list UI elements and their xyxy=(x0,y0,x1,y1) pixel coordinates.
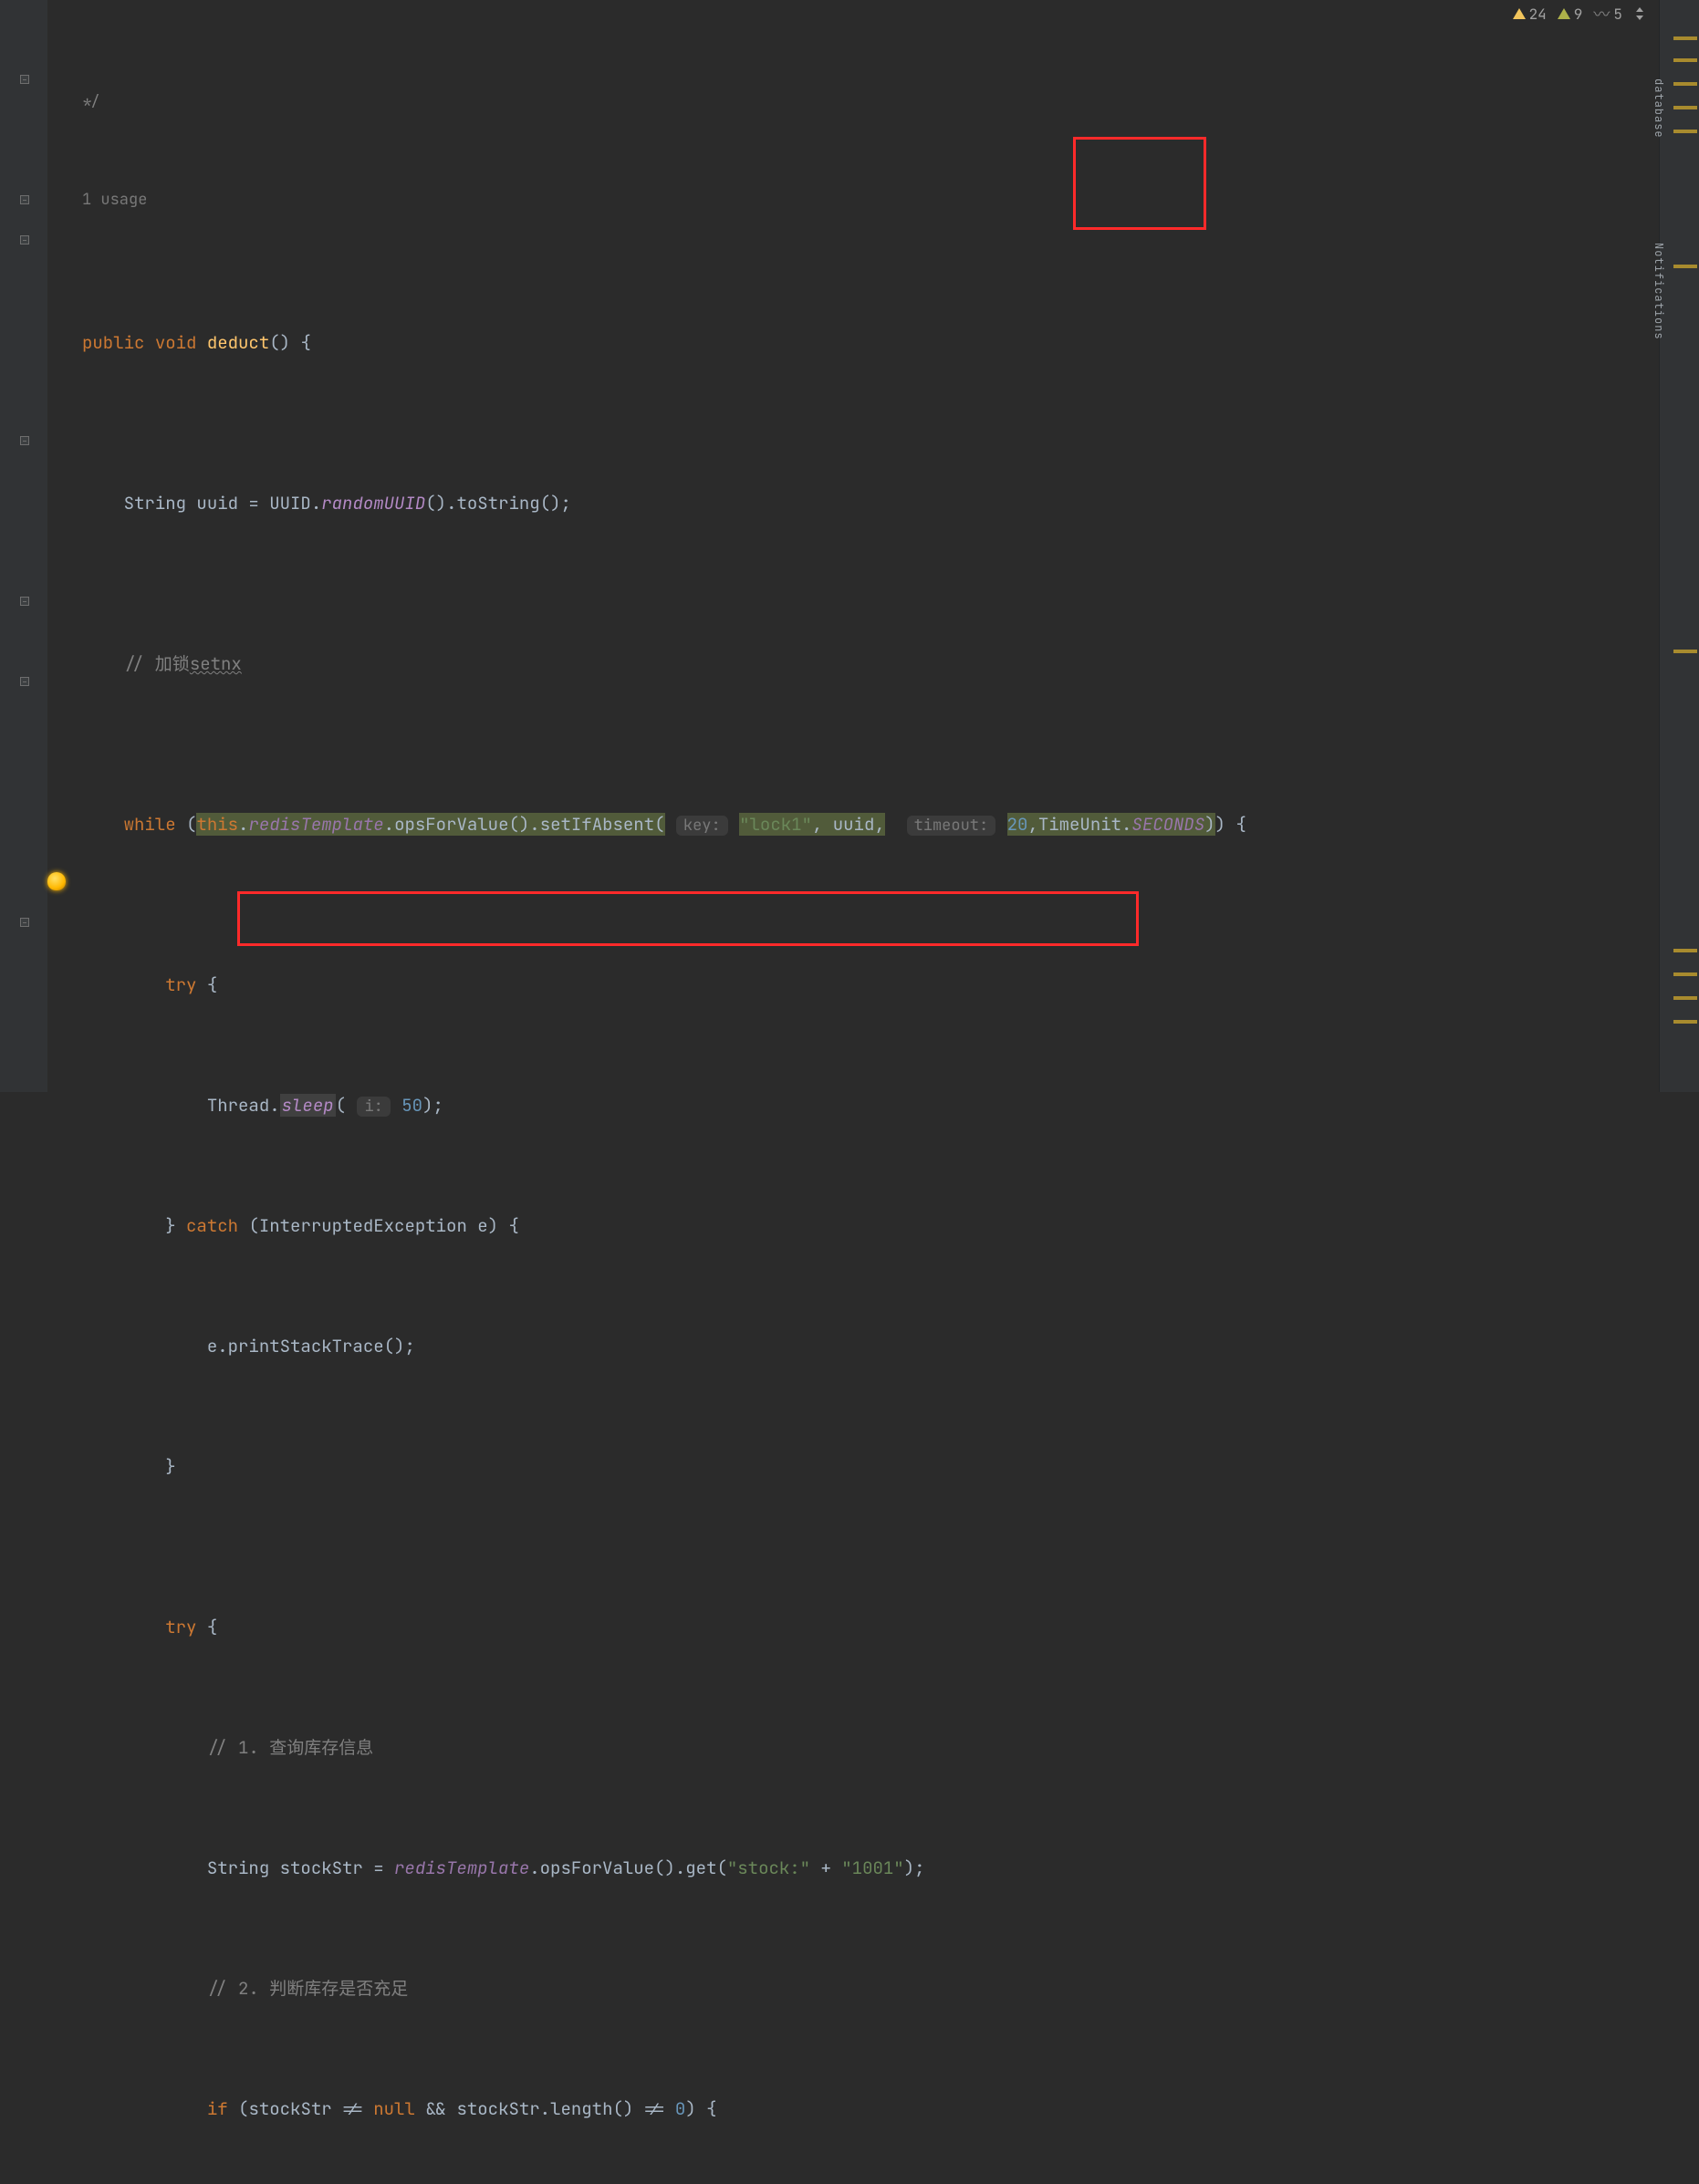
scroll-marker[interactable] xyxy=(1673,949,1697,952)
weak-warning-icon xyxy=(1558,8,1570,19)
scroll-marker[interactable] xyxy=(1673,996,1697,1000)
fold-icon[interactable] xyxy=(20,436,29,445)
fold-icon[interactable] xyxy=(20,75,29,84)
scroll-marker[interactable] xyxy=(1673,106,1697,109)
scroll-strip[interactable]: database Notifications xyxy=(1659,0,1699,1092)
usage-hint[interactable]: 1 usage xyxy=(82,190,147,210)
gutter xyxy=(0,0,47,1092)
scroll-marker[interactable] xyxy=(1673,36,1697,40)
scroll-icon[interactable] xyxy=(1633,7,1646,20)
fold-icon[interactable] xyxy=(20,677,29,686)
typo-icon: 〰 xyxy=(1593,2,1610,26)
inspection-hints[interactable]: 〰5 xyxy=(1593,2,1622,26)
code-editor[interactable]: */ 1 usage public void deduct() { String… xyxy=(82,0,1659,1092)
tool-tab-database[interactable]: database xyxy=(1650,73,1668,144)
scroll-marker[interactable] xyxy=(1673,1020,1697,1024)
fold-icon[interactable] xyxy=(20,597,29,606)
inspection-panel[interactable]: 24 9 〰5 xyxy=(1513,2,1646,26)
fold-icon[interactable] xyxy=(20,918,29,927)
scroll-marker[interactable] xyxy=(1673,82,1697,86)
scroll-marker[interactable] xyxy=(1673,130,1697,133)
intention-bulb-icon[interactable] xyxy=(47,872,66,890)
method-deduct: deduct xyxy=(207,331,269,354)
scroll-marker[interactable] xyxy=(1673,265,1697,268)
fold-icon[interactable] xyxy=(20,235,29,244)
warning-icon xyxy=(1513,8,1526,19)
scroll-marker[interactable] xyxy=(1673,972,1697,976)
scroll-marker[interactable] xyxy=(1673,650,1697,653)
inspection-errors[interactable]: 24 xyxy=(1513,5,1547,24)
tool-tab-notifications[interactable]: Notifications xyxy=(1650,237,1668,346)
scroll-marker[interactable] xyxy=(1673,58,1697,62)
fold-icon[interactable] xyxy=(20,195,29,204)
inspection-warnings[interactable]: 9 xyxy=(1558,5,1583,24)
